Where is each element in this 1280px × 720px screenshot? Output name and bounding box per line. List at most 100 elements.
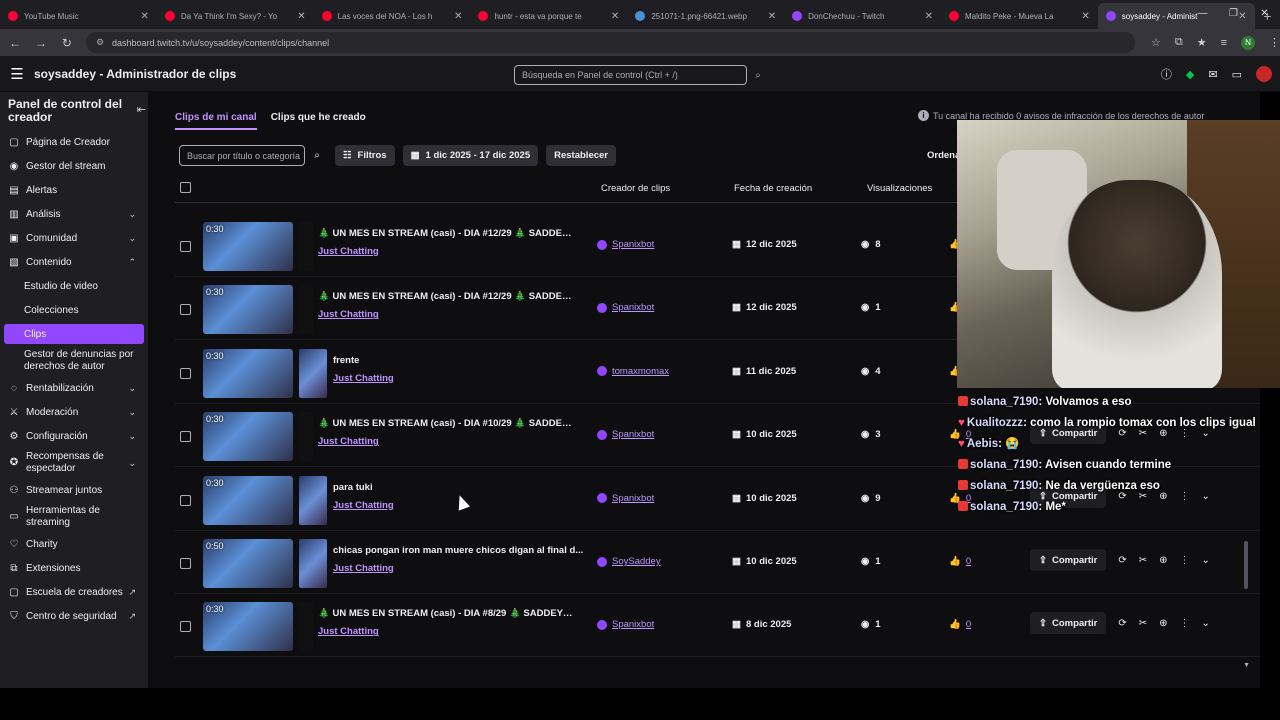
date-range-button[interactable]: ▦ 1 dic 2025 - 17 dic 2025 [402,145,539,166]
help-icon[interactable]: ⓘ [1161,66,1172,82]
clip-thumbnail-vertical[interactable] [299,285,313,335]
browser-tab[interactable]: 251071-1.png-66421.webp ✕ [627,3,784,29]
reset-button[interactable]: Restablecer [546,145,616,166]
tab-close-icon[interactable]: ✕ [297,11,305,22]
sidebar-item[interactable]: ⚔ Moderación ⌄ [0,400,148,424]
clip-creator-link[interactable]: Spanixbot [597,302,654,313]
row-checkbox[interactable] [180,558,191,569]
clip-creator-link[interactable]: Spanixbot [597,239,654,250]
tab-clips-i-created[interactable]: Clips que he creado [271,112,366,130]
row-checkbox[interactable] [180,494,191,506]
filters-button[interactable]: ☷ Filtros [335,145,395,166]
clip-title[interactable]: 🎄 UN MES EN STREAM (casi) - DIA #12/29 🎄… [318,228,573,239]
site-info-icon[interactable]: ⚙ [96,37,104,48]
chevron-down-icon[interactable]: ⌄ [1202,555,1210,566]
inbox-icon[interactable]: ✉ [1208,68,1217,81]
clip-thumbnail-vertical[interactable] [299,222,313,271]
clip-title[interactable]: 🎄 UN MES EN STREAM (casi) - DIA #12/29 🎄… [318,291,573,302]
media-icon[interactable]: ≡ [1221,37,1227,49]
user-avatar[interactable] [1256,66,1272,82]
sidebar-item[interactable]: ▤ Alertas [0,178,148,202]
row-checkbox[interactable] [180,367,191,379]
bookmarks-icon[interactable]: ★ [1197,36,1207,49]
scrollbar[interactable] [1244,541,1248,589]
clip-creator-link[interactable]: Spanixbot [597,429,654,440]
table-row[interactable]: 0:50 chicas pongan iron man muere chicos… [175,531,1260,594]
sidebar-item[interactable]: ▢ Página de Creador [0,130,148,154]
dashboard-search-input[interactable]: Búsqueda en Panel de control (Ctrl + /) [514,65,747,85]
forward-icon[interactable]: → [30,36,52,50]
sidebar-item[interactable]: ⛉ Centro de seguridad ↗ [0,604,148,628]
more-icon[interactable]: ⋮ [1180,618,1190,629]
sidebar-item[interactable]: Estudio de video [0,274,148,298]
row-checkbox[interactable] [180,431,191,443]
tab-my-channel-clips[interactable]: Clips de mi canal [175,112,257,130]
sidebar-item[interactable]: ⚙ Configuración ⌄ [0,424,148,448]
clip-creator-link[interactable]: SoySaddey [597,556,661,567]
clip-title[interactable]: 🎄 UN MES EN STREAM (casi) - DIA #8/29 🎄 … [318,608,573,619]
browser-tab[interactable]: huntr - esta va porque te ✕ [470,3,627,29]
clip-category-link[interactable]: Just Chatting [318,626,379,637]
sidebar-item[interactable]: Clips [4,324,144,344]
sidebar-item[interactable]: ⚇ Streamear juntos [0,478,148,502]
clip-search-input[interactable]: Buscar por título o categoría [179,145,305,166]
share-button[interactable]: ⇪ Compartir [1030,549,1107,571]
clip-creator-link[interactable]: Spanixbot [597,493,654,504]
close-window-icon[interactable]: ✕ [1249,0,1280,26]
bookmark-star-icon[interactable]: ☆ [1151,36,1161,49]
search-icon[interactable]: ⌕ [307,145,327,166]
clip-thumbnail-vertical[interactable] [299,539,327,588]
refresh-icon[interactable]: ⟳ [1118,618,1126,629]
reload-icon[interactable]: ↻ [56,36,78,50]
clip-thumbnail[interactable]: 0:30 [203,348,293,398]
sidebar-item[interactable]: ✪ Recompensas de espectador ⌄ [0,448,148,478]
collapse-sidebar-icon[interactable]: ⇤ [137,104,146,117]
refresh-icon[interactable]: ⟳ [1118,555,1126,566]
more-icon[interactable]: ⋮ [1180,555,1190,566]
clip-category-link[interactable]: Just Chatting [333,563,394,574]
clip-thumbnail-vertical[interactable] [299,475,327,525]
sidebar-item[interactable]: ◉ Gestor del stream [0,154,148,178]
row-checkbox[interactable] [180,621,191,633]
sort-label[interactable]: Ordena [927,150,960,161]
clip-thumbnail-vertical[interactable] [299,348,327,398]
clip-thumbnail[interactable]: 0:30 [203,222,293,271]
clip-thumbnail-vertical[interactable] [299,412,313,462]
clip-title[interactable]: chicas pongan iron man muere chicos diga… [333,545,588,556]
clip-thumbnail[interactable]: 0:30 [203,475,293,525]
col-views[interactable]: Visualizaciones [867,183,932,194]
row-checkbox[interactable] [180,241,191,252]
minimize-icon[interactable]: — [1187,0,1218,26]
col-date[interactable]: Fecha de creación [734,183,812,194]
clip-thumbnail[interactable]: 0:30 [203,285,293,335]
clip-category-link[interactable]: Just Chatting [318,436,379,447]
scissors-icon[interactable]: ✂ [1139,618,1147,629]
whispers-icon[interactable]: ▭ [1232,68,1242,81]
add-icon[interactable]: ⊕ [1159,555,1167,566]
tab-close-icon[interactable]: ✕ [768,11,776,22]
tab-close-icon[interactable]: ✕ [140,11,148,22]
select-all-checkbox[interactable] [180,182,191,193]
extensions-icon[interactable]: ⧉ [1175,36,1183,49]
col-creator[interactable]: Creador de clips [601,183,670,194]
tab-close-icon[interactable]: ✕ [454,11,462,22]
tab-close-icon[interactable]: ✕ [1081,11,1089,22]
clip-category-link[interactable]: Just Chatting [318,309,379,320]
sidebar-item[interactable]: ▥ Análisis ⌄ [0,202,148,226]
clip-title[interactable]: para tuki [333,482,588,493]
sidebar-item[interactable]: Gestor de denuncias por derechos de auto… [0,346,148,376]
sidebar-item[interactable]: ▢ Escuela de creadores ↗ [0,580,148,604]
clip-creator-link[interactable]: tomaxmomax [597,366,669,377]
tab-close-icon[interactable]: ✕ [611,11,619,22]
clip-thumbnail-vertical[interactable] [299,602,313,652]
share-button[interactable]: ⇪ Compartir [1030,612,1107,635]
clip-thumbnail[interactable]: 0:30 [203,412,293,462]
clip-title[interactable]: 🎄 UN MES EN STREAM (casi) - DIA #10/29 🎄… [318,418,573,429]
browser-tab[interactable]: Da Ya Think I'm Sexy? - Yo ✕ [157,3,314,29]
tab-close-icon[interactable]: ✕ [925,11,933,22]
profile-avatar[interactable]: N [1241,35,1256,50]
browser-tab[interactable]: Maldito Peke - Mueva La ✕ [941,3,1098,29]
sidebar-item[interactable]: ▣ Comunidad ⌄ [0,226,148,250]
browser-tab[interactable]: Las voces del NOA - Los h ✕ [314,3,471,29]
scissors-icon[interactable]: ✂ [1139,555,1147,566]
